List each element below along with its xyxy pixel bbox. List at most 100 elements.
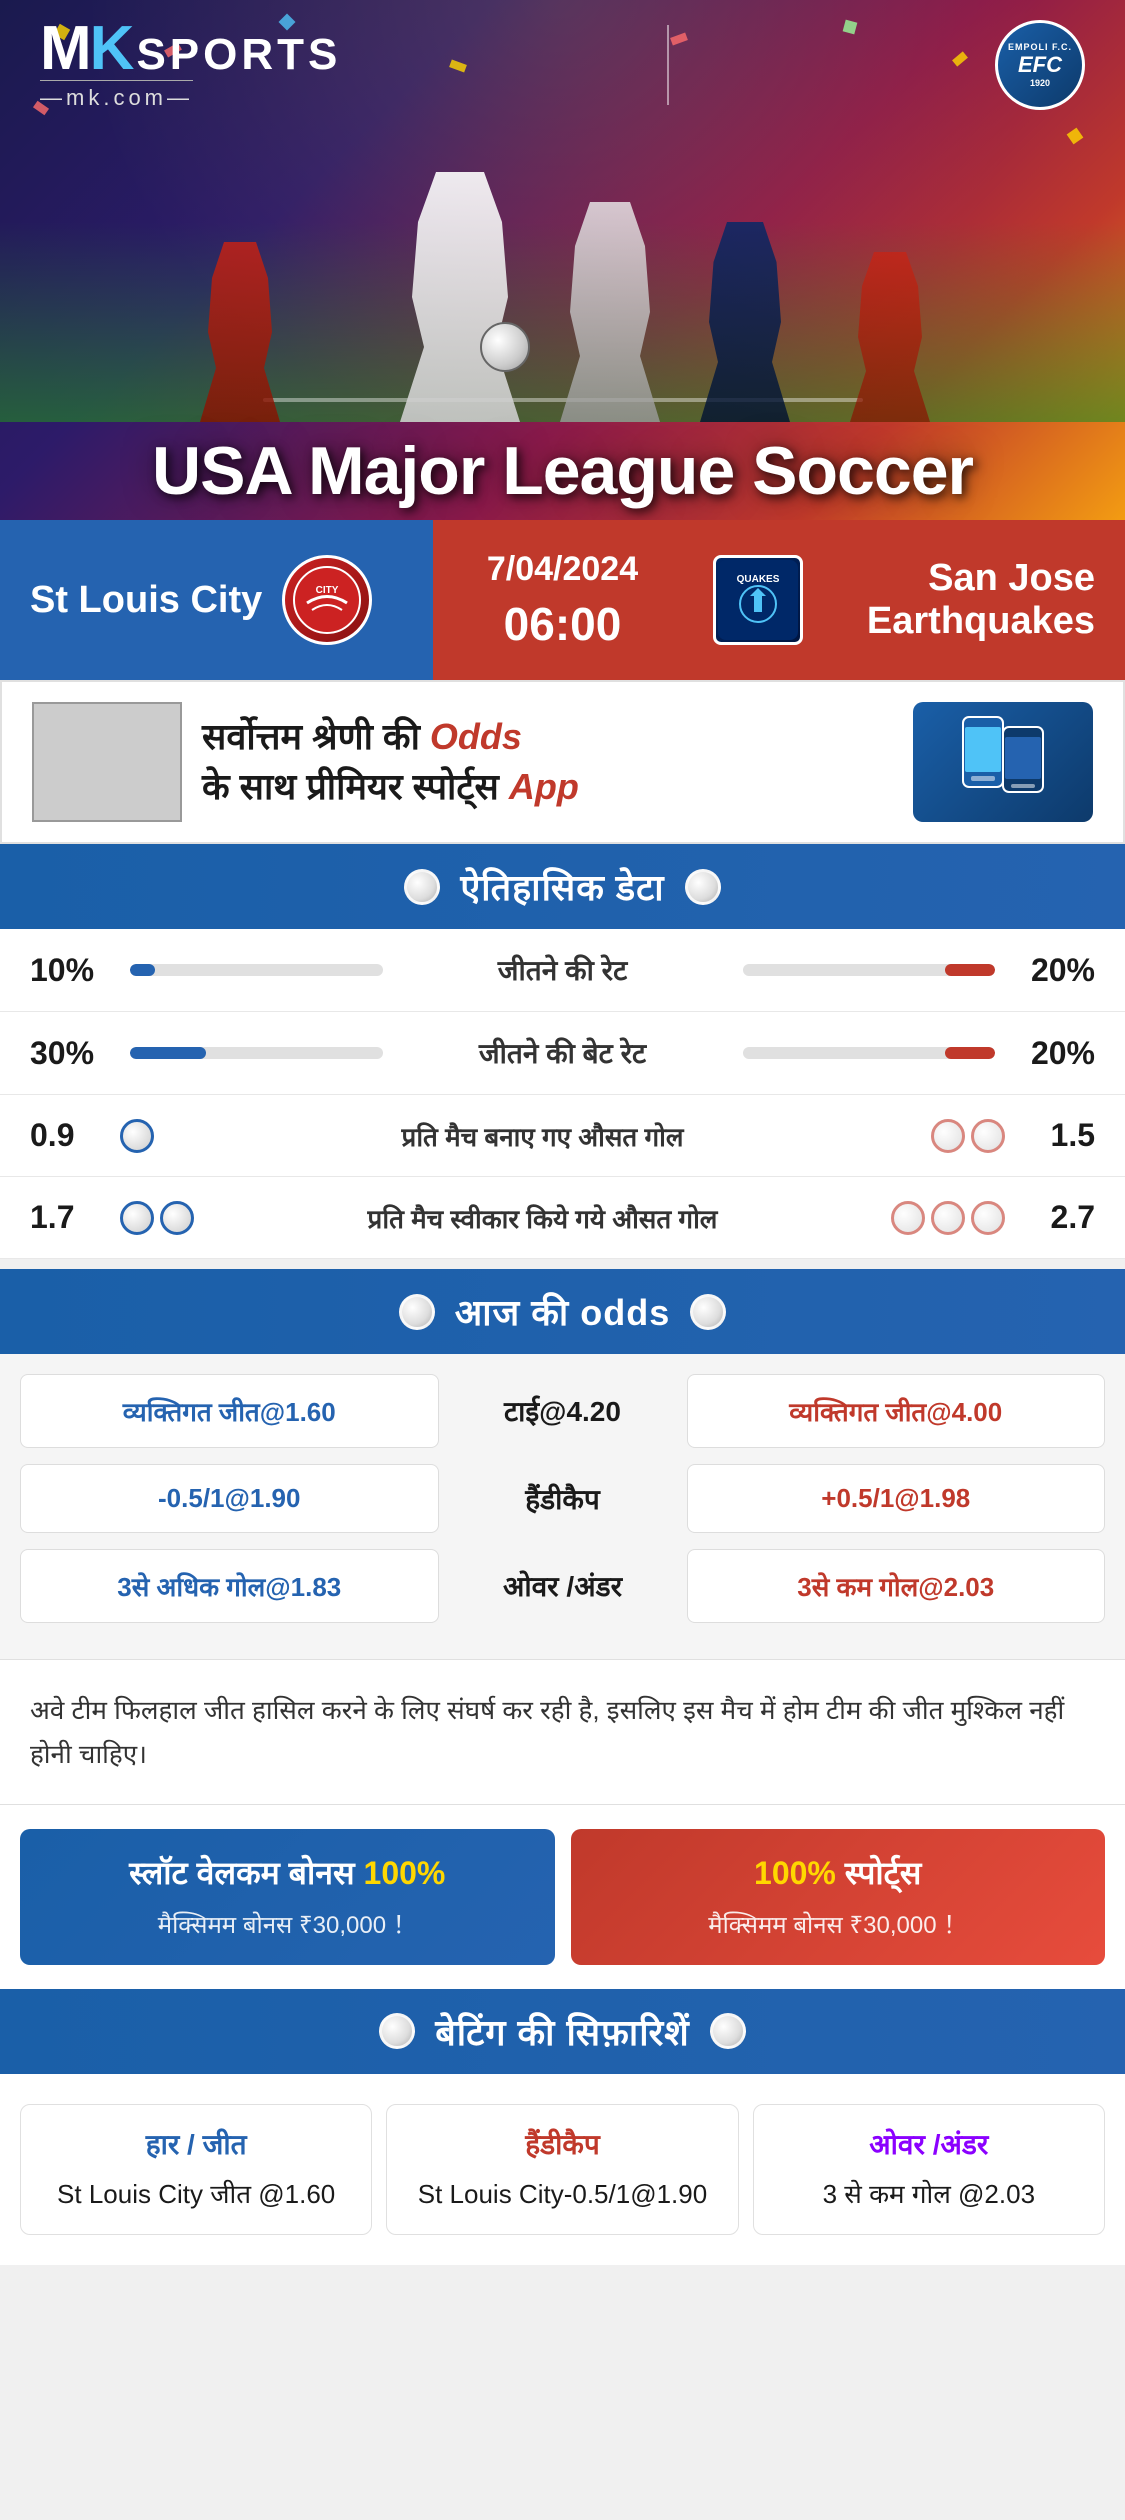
- promo-banner[interactable]: सर्वोत्तम श्रेणी की Odds के साथ प्रीमियर…: [0, 680, 1125, 844]
- ball-icon-conceded-1: [120, 1201, 154, 1235]
- team-left: St Louis City CITY: [0, 520, 433, 680]
- empoli-badge: EMPOLI F.C. EFC 1920: [995, 20, 1085, 110]
- rec-card-3-title: ओवर /अंडर: [768, 2125, 1090, 2163]
- win-rate-left-value: 10%: [30, 952, 110, 989]
- historical-section-header: ऐतिहासिक डेटा: [0, 844, 1125, 929]
- ball-icon-right: [685, 869, 721, 905]
- rec-card-1-title: हार / जीत: [35, 2125, 357, 2163]
- goals-scored-right-value: 1.5: [1015, 1117, 1095, 1154]
- bonus-card-sports[interactable]: 100% स्पोर्ट्स मैक्सिमम बोनस ₹30,000 ！: [571, 1829, 1106, 1965]
- bet-rate-label: जीतने की बेट रेट: [403, 1034, 723, 1072]
- bonus-slots-title: स्लॉट वेलकम बोनस 100%: [40, 1853, 535, 1895]
- goal-icons-left-conceded: [120, 1201, 194, 1235]
- bonus-sports-text: स्पोर्ट्स: [845, 1855, 922, 1891]
- team-left-name: St Louis City: [30, 579, 262, 622]
- rec-ball-right: [710, 2013, 746, 2049]
- sports-text: SPORTS: [136, 30, 341, 80]
- match-time: 06:00: [504, 597, 622, 651]
- ball-icon-conceded-2: [160, 1201, 194, 1235]
- odds-row-2: -0.5/1@1.90 हैंडीकैप +0.5/1@1.98: [20, 1464, 1105, 1533]
- bonus-slots-percent: 100%: [364, 1855, 446, 1891]
- odds-left-overunder[interactable]: 3से अधिक गोल@1.83: [20, 1549, 439, 1623]
- odds-right-win[interactable]: व्यक्तिगत जीत@4.00: [687, 1374, 1106, 1448]
- odds-ball-right: [690, 1294, 726, 1330]
- header-top-bar: MK SPORTS —mk.com— EMPOLI F.C. EFC 1920: [0, 0, 1125, 121]
- svg-text:CITY: CITY: [316, 585, 339, 596]
- win-rate-bar-right: [743, 964, 996, 976]
- win-rate-bar-right-fill: [945, 964, 996, 976]
- odds-center-tie: टाई@4.20: [453, 1392, 673, 1430]
- players-area: [0, 121, 1125, 422]
- odds-row-3: 3से अधिक गोल@1.83 ओवर /अंडर 3से कम गोल@2…: [20, 1549, 1105, 1623]
- promo-text-sub: के साथ प्रीमियर स्पोर्ट्स App: [202, 766, 579, 807]
- goals-scored-label: प्रति मैच बनाए गए औसत गोल: [164, 1118, 921, 1154]
- match-date: 7/04/2024: [487, 550, 638, 589]
- bonus-slots-subtitle: मैक्सिमम बोनस ₹30,000 ！: [40, 1905, 535, 1941]
- goal-row-scored: 0.9 प्रति मैच बनाए गए औसत गोल 1.5: [0, 1095, 1125, 1177]
- historical-title: ऐतिहासिक डेटा: [460, 862, 664, 911]
- odds-row-1: व्यक्तिगत जीत@1.60 टाई@4.20 व्यक्तिगत जी…: [20, 1374, 1105, 1448]
- bonus-sports-percent: 100%: [754, 1855, 836, 1891]
- promo-phones: [913, 702, 1093, 822]
- betting-rec-section: हार / जीत St Louis City जीत @1.60 हैंडीक…: [0, 2074, 1125, 2265]
- betting-rec-title: बेटिंग की सिफ़ारिशें: [435, 2007, 690, 2056]
- bonus-card-slots[interactable]: स्लॉट वेलकम बोनस 100% मैक्सिमम बोनस ₹30,…: [20, 1829, 555, 1965]
- logo-divider: [667, 25, 669, 105]
- rec-card-win-loss[interactable]: हार / जीत St Louis City जीत @1.60: [20, 2104, 372, 2235]
- goals-conceded-label: प्रति मैच स्वीकार किये गये औसत गोल: [204, 1200, 881, 1236]
- svg-text:QUAKES: QUAKES: [736, 574, 779, 585]
- bonus-sports-subtitle: मैक्सिमम बोनस ₹30,000 ！: [591, 1905, 1086, 1941]
- ball-icon-conceded-r3: [971, 1201, 1005, 1235]
- odds-left-handicap[interactable]: -0.5/1@1.90: [20, 1464, 439, 1533]
- header-banner: MK SPORTS —mk.com— EMPOLI F.C. EFC 1920 …: [0, 0, 1125, 520]
- goals-conceded-left-value: 1.7: [30, 1199, 110, 1236]
- rec-card-handicap[interactable]: हैंडीकैप St Louis City-0.5/1@1.90: [386, 2104, 738, 2235]
- team-right: QUAKES San Jose Earthquakes: [693, 520, 1125, 680]
- bet-rate-bar-left: [130, 1047, 383, 1059]
- bet-rate-bar-right-fill: [945, 1047, 996, 1059]
- rec-card-3-value: 3 से कम गोल @2.03: [768, 2175, 1090, 2214]
- rec-card-overunder[interactable]: ओवर /अंडर 3 से कम गोल @2.03: [753, 2104, 1105, 2235]
- odds-section-header: आज की odds: [0, 1269, 1125, 1354]
- stlouis-logo: CITY: [282, 555, 372, 645]
- ball-icon-scored-1: [120, 1119, 154, 1153]
- promo-image-placeholder: [32, 702, 182, 822]
- bonus-section: स्लॉट वेलकम बोनस 100% मैक्सिमम बोनस ₹30,…: [0, 1805, 1125, 1989]
- bet-rate-bar-right: [743, 1047, 996, 1059]
- team-right-name: San Jose Earthquakes: [823, 557, 1096, 643]
- rec-ball-left: [379, 2013, 415, 2049]
- odds-center-handicap: हैंडीकैप: [453, 1480, 673, 1518]
- promo-text: सर्वोत्तम श्रेणी की Odds के साथ प्रीमियर…: [202, 712, 893, 813]
- domain-text: —mk.com—: [40, 80, 193, 111]
- odds-title: आज की odds: [455, 1287, 670, 1336]
- goal-row-conceded: 1.7 प्रति मैच स्वीकार किये गये औसत गोल 2…: [0, 1177, 1125, 1259]
- mk-text: MK: [40, 18, 132, 80]
- promo-text-main: सर्वोत्तम श्रेणी की Odds: [202, 716, 522, 757]
- mksports-logo: MK SPORTS —mk.com—: [40, 18, 341, 111]
- win-rate-right-value: 20%: [1015, 952, 1095, 989]
- goal-icons-right-scored: [931, 1119, 1005, 1153]
- odds-right-handicap[interactable]: +0.5/1@1.98: [687, 1464, 1106, 1533]
- win-rate-label: जीतने की रेट: [403, 951, 723, 989]
- bet-rate-bar-left-fill: [130, 1047, 206, 1059]
- ball-icon-scored-r2: [971, 1119, 1005, 1153]
- odds-section: व्यक्तिगत जीत@1.60 टाई@4.20 व्यक्तिगत जी…: [0, 1354, 1125, 1659]
- win-rate-bar-left: [130, 964, 383, 976]
- rec-card-2-value: St Louis City-0.5/1@1.90: [401, 2175, 723, 2214]
- empoli-fc: EFC: [1018, 52, 1062, 78]
- odds-left-win[interactable]: व्यक्तिगत जीत@1.60: [20, 1374, 439, 1448]
- win-rate-bar-left-fill: [130, 964, 155, 976]
- odds-right-overunder[interactable]: 3से कम गोल@2.03: [687, 1549, 1106, 1623]
- bonus-sports-title: 100% स्पोर्ट्स: [591, 1853, 1086, 1895]
- rec-card-1-value: St Louis City जीत @1.60: [35, 2175, 357, 2214]
- ball-icon-conceded-r1: [891, 1201, 925, 1235]
- stat-row-win-rate: 10% जीतने की रेट 20%: [0, 929, 1125, 1012]
- league-title: USA Major League Soccer: [132, 422, 993, 520]
- analysis-text: अवे टीम फिलहाल जीत हासिल करने के लिए संघ…: [30, 1688, 1095, 1776]
- odds-center-overunder: ओवर /अंडर: [453, 1567, 673, 1605]
- bonus-slots-text: स्लॉट वेलकम बोनस: [129, 1855, 355, 1891]
- goals-scored-left-value: 0.9: [30, 1117, 110, 1154]
- goal-icons-right-conceded: [891, 1201, 1005, 1235]
- empoli-name: EMPOLI F.C.: [1008, 42, 1072, 52]
- quakes-logo: QUAKES: [713, 555, 803, 645]
